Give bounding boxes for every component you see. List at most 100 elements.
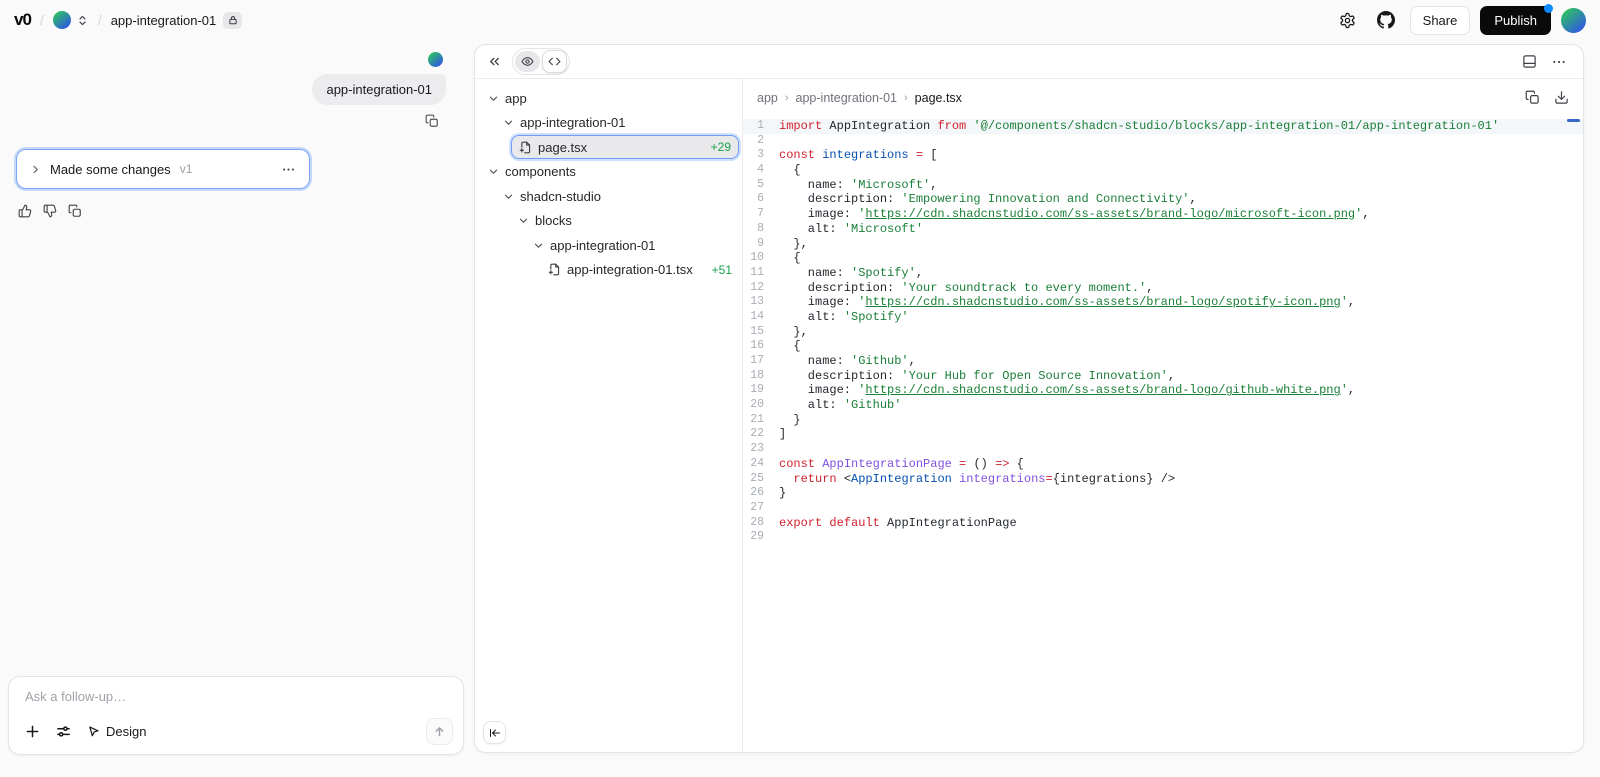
copy-response-button[interactable] [68, 204, 82, 218]
code-line: 7 image: 'https://cdn.shadcnstudio.com/s… [743, 207, 1583, 222]
code-line: 4 { [743, 163, 1583, 178]
design-label: Design [106, 724, 147, 739]
code-toggle[interactable] [542, 50, 567, 73]
breadcrumb-segment[interactable]: app [757, 91, 778, 105]
eye-icon [521, 55, 534, 68]
team-avatar[interactable] [52, 11, 71, 29]
line-number: 7 [757, 207, 764, 221]
publish-button[interactable]: Publish [1480, 3, 1553, 35]
ellipsis-icon [281, 162, 296, 177]
send-button[interactable] [426, 718, 453, 745]
settings-sliders-button[interactable] [56, 724, 71, 739]
file-plus-icon [548, 263, 561, 276]
chevron-right-icon [30, 164, 41, 175]
line-content: import AppIntegration from '@/components… [779, 119, 1500, 133]
line-content: }, [779, 324, 808, 339]
code-line: 28 export default AppIntegrationPage [743, 516, 1583, 531]
composer: Design [8, 676, 464, 755]
thumbs-up-button[interactable] [18, 204, 32, 218]
github-button[interactable] [1372, 6, 1400, 34]
user-message-bubble: app-integration-01 [312, 74, 446, 105]
line-number: 23 [750, 442, 764, 456]
tree-folder-row[interactable]: app [475, 86, 742, 111]
line-content: const AppIntegrationPage = () => { [779, 456, 1024, 471]
code-line: 10 { [743, 251, 1583, 266]
code-line: 1 import AppIntegration from '@/component… [743, 119, 1583, 134]
code-line: 18 description: 'Your Hub for Open Sourc… [743, 369, 1583, 384]
breadcrumb-segment[interactable]: app-integration-01 [796, 91, 897, 105]
thumbs-down-button[interactable] [43, 204, 57, 218]
topbar: v0 / / app-integration-01 Share Publish [0, 0, 1600, 40]
line-number: 12 [750, 280, 764, 294]
line-number: 25 [750, 471, 764, 485]
line-number: 15 [750, 324, 764, 338]
more-options-button[interactable] [1551, 54, 1567, 70]
code-line: 26} [743, 486, 1583, 501]
notification-dot [1544, 3, 1553, 13]
scrollbar-thumb[interactable] [1567, 119, 1580, 122]
private-badge[interactable] [223, 11, 243, 29]
chevron-down-icon [533, 240, 544, 251]
copy-code-button[interactable] [1525, 90, 1540, 105]
lock-icon [228, 15, 238, 25]
user-message-group: app-integration-01 [0, 40, 470, 128]
tree-folder-row[interactable]: shadcn-studio [475, 184, 742, 209]
panel-layout-button[interactable] [1522, 54, 1537, 69]
chevrons-up-down-icon[interactable] [76, 14, 89, 27]
followup-input[interactable] [25, 689, 447, 715]
tree-label: app [505, 90, 527, 106]
tree-folder-row[interactable]: components [475, 160, 742, 185]
breadcrumb-current-file: page.tsx [914, 90, 962, 105]
line-content: { [779, 163, 801, 178]
chevrons-left-icon [487, 54, 502, 69]
settings-button[interactable] [1334, 6, 1362, 34]
composer-toolbar: Design [25, 718, 453, 745]
version-menu-button[interactable] [281, 162, 296, 177]
code-line: 22] [743, 427, 1583, 442]
collapse-sidebar-button[interactable] [483, 721, 506, 744]
code-editor[interactable]: 1 import AppIntegration from '@/component… [743, 116, 1583, 752]
attach-button[interactable] [25, 724, 40, 739]
user-avatar[interactable] [1561, 7, 1586, 33]
line-number: 29 [750, 530, 764, 544]
share-button[interactable]: Share [1409, 5, 1471, 35]
chevron-down-icon [518, 215, 529, 226]
preview-toggle[interactable] [515, 51, 540, 72]
project-name[interactable]: app-integration-01 [111, 13, 217, 28]
tree-folder-row[interactable]: app-integration-01 [475, 233, 742, 258]
line-content: description: 'Your Hub for Open Source I… [779, 368, 1176, 383]
line-content: alt: 'Spotify' [779, 309, 909, 324]
code-line: 24 const AppIntegrationPage = () => { [743, 457, 1583, 472]
line-content: { [779, 251, 801, 266]
download-code-button[interactable] [1554, 90, 1569, 105]
message-avatar [428, 52, 443, 67]
workspace-panel: app app-integration-01 page.tsx +29 componen… [474, 44, 1584, 753]
line-content: export default AppIntegrationPage [779, 515, 1017, 530]
view-toggle [512, 48, 570, 75]
line-number: 8 [757, 221, 764, 235]
copy-message-button[interactable] [425, 114, 439, 128]
chevron-down-icon [488, 93, 499, 104]
code-line: 21 } [743, 413, 1583, 428]
version-card[interactable]: Made some changes v1 [16, 149, 310, 189]
line-number: 2 [757, 133, 764, 147]
collapse-panel-button[interactable] [487, 54, 502, 69]
line-number: 3 [757, 148, 764, 162]
tree-folder-row[interactable]: blocks [475, 209, 742, 234]
tree-file-row[interactable]: page.tsx +29 [475, 135, 742, 160]
line-content: }, [779, 236, 808, 251]
code-line: 19 image: 'https://cdn.shadcnstudio.com/… [743, 383, 1583, 398]
line-content: name: 'Spotify', [779, 265, 924, 280]
code-line: 6 description: 'Empowering Innovation an… [743, 192, 1583, 207]
breadcrumb-separator: › [904, 91, 908, 104]
diff-count-badge: +29 [710, 140, 731, 155]
code-line: 23 [743, 442, 1583, 457]
v0-logo[interactable]: v0 [14, 10, 32, 30]
code-line: 5 name: 'Microsoft', [743, 178, 1583, 193]
tree-file-row[interactable]: app-integration-01.tsx +51 [475, 258, 742, 283]
tree-folder-row[interactable]: app-integration-01 [475, 111, 742, 136]
chevron-down-icon [503, 191, 514, 202]
download-icon [1554, 90, 1569, 105]
code-line: 8 alt: 'Microsoft' [743, 222, 1583, 237]
design-mode-button[interactable]: Design [87, 724, 146, 739]
